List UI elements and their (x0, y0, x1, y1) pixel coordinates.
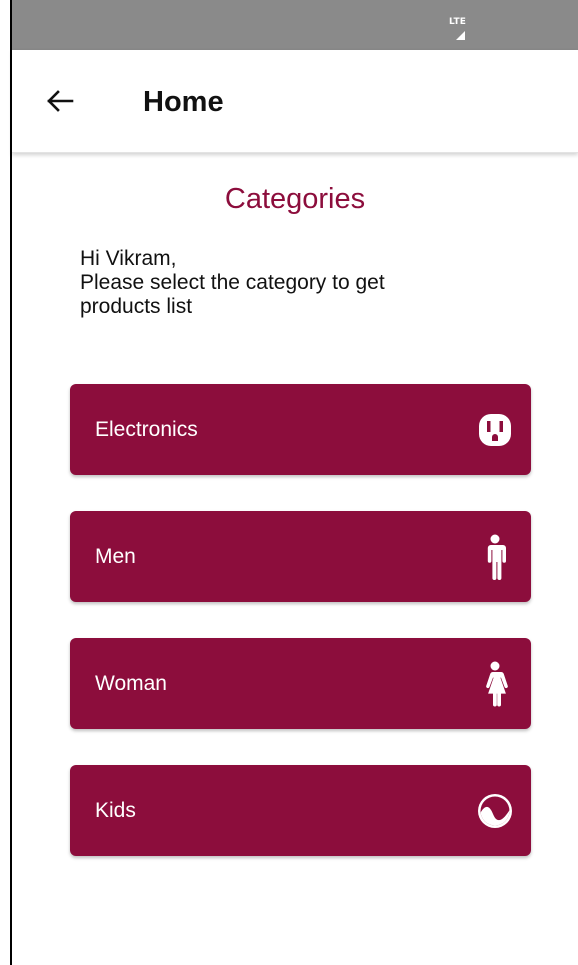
male-icon (475, 534, 515, 580)
signal-icon (456, 31, 465, 40)
status-bar: LTE (12, 0, 578, 50)
categories-heading: Categories (224, 183, 366, 215)
greeting-line: products list (80, 295, 193, 318)
greeting-line: Hi Vikram, (80, 247, 177, 270)
greeting-text: Hi Vikram, Please select the category to… (80, 247, 500, 319)
category-button-kids[interactable]: Kids (70, 765, 531, 856)
category-label: Kids (95, 799, 136, 822)
back-button[interactable] (42, 83, 78, 119)
category-button-men[interactable]: Men (70, 511, 531, 602)
network-indicator: LTE (449, 17, 471, 41)
arrow-left-icon (47, 90, 74, 112)
category-label: Woman (95, 672, 167, 695)
power-outlet-icon (475, 410, 515, 450)
greeting-line: Please select the category to get (80, 271, 385, 294)
page-title: Home (143, 86, 224, 118)
network-label: LTE (449, 17, 467, 27)
app-screen: LTE Home Categories Hi Vikram, Please se… (10, 0, 578, 965)
category-button-electronics[interactable]: Electronics (70, 384, 531, 475)
category-button-woman[interactable]: Woman (70, 638, 531, 729)
female-icon (475, 661, 515, 707)
category-label: Men (95, 545, 136, 568)
category-label: Electronics (95, 418, 198, 441)
circle-wave-icon (475, 791, 515, 831)
app-bar: Home (12, 50, 578, 153)
